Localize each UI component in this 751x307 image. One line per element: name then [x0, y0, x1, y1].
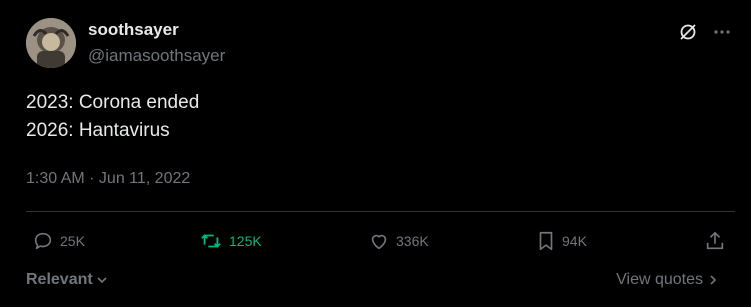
bookmark-button[interactable]: 94K [536, 229, 587, 253]
like-count: 336K [396, 233, 429, 249]
bookmark-icon [539, 231, 553, 251]
share-button[interactable] [704, 229, 726, 253]
repost-count: 125K [229, 233, 262, 249]
avatar[interactable] [26, 18, 76, 68]
post-card: soothsayer @iamasoothsayer 2023: Corona … [0, 0, 751, 307]
sort-dropdown[interactable]: Relevant [26, 271, 109, 289]
like-button[interactable]: 336K [368, 229, 429, 253]
sort-label: Relevant [26, 271, 93, 288]
bookmark-count: 94K [562, 233, 587, 249]
repost-button[interactable]: 125K [199, 229, 262, 253]
reply-count: 25K [60, 233, 85, 249]
share-icon [706, 231, 724, 250]
reply-button[interactable]: 25K [32, 229, 85, 253]
handle[interactable]: @iamasoothsayer [88, 46, 225, 66]
heart-icon [371, 234, 387, 250]
more-icon[interactable] [710, 20, 734, 44]
divider [26, 211, 735, 212]
repost-icon [201, 234, 221, 248]
display-name[interactable]: soothsayer [88, 20, 179, 40]
reply-icon [34, 232, 52, 250]
chevron-right-icon [710, 275, 717, 285]
post-timestamp[interactable]: 1:30 AM · Jun 11, 2022 [26, 170, 190, 188]
post-line: 2026: Hantavirus [26, 120, 170, 141]
post-text: 2023: Corona ended 2026: Hantavirus [26, 89, 199, 145]
chevron-down-icon [97, 277, 107, 284]
view-quotes-label: View quotes [616, 271, 703, 288]
post-line: 2023: Corona ended [26, 92, 200, 113]
grok-icon[interactable] [676, 20, 700, 44]
view-quotes-link[interactable]: View quotes [616, 271, 719, 289]
